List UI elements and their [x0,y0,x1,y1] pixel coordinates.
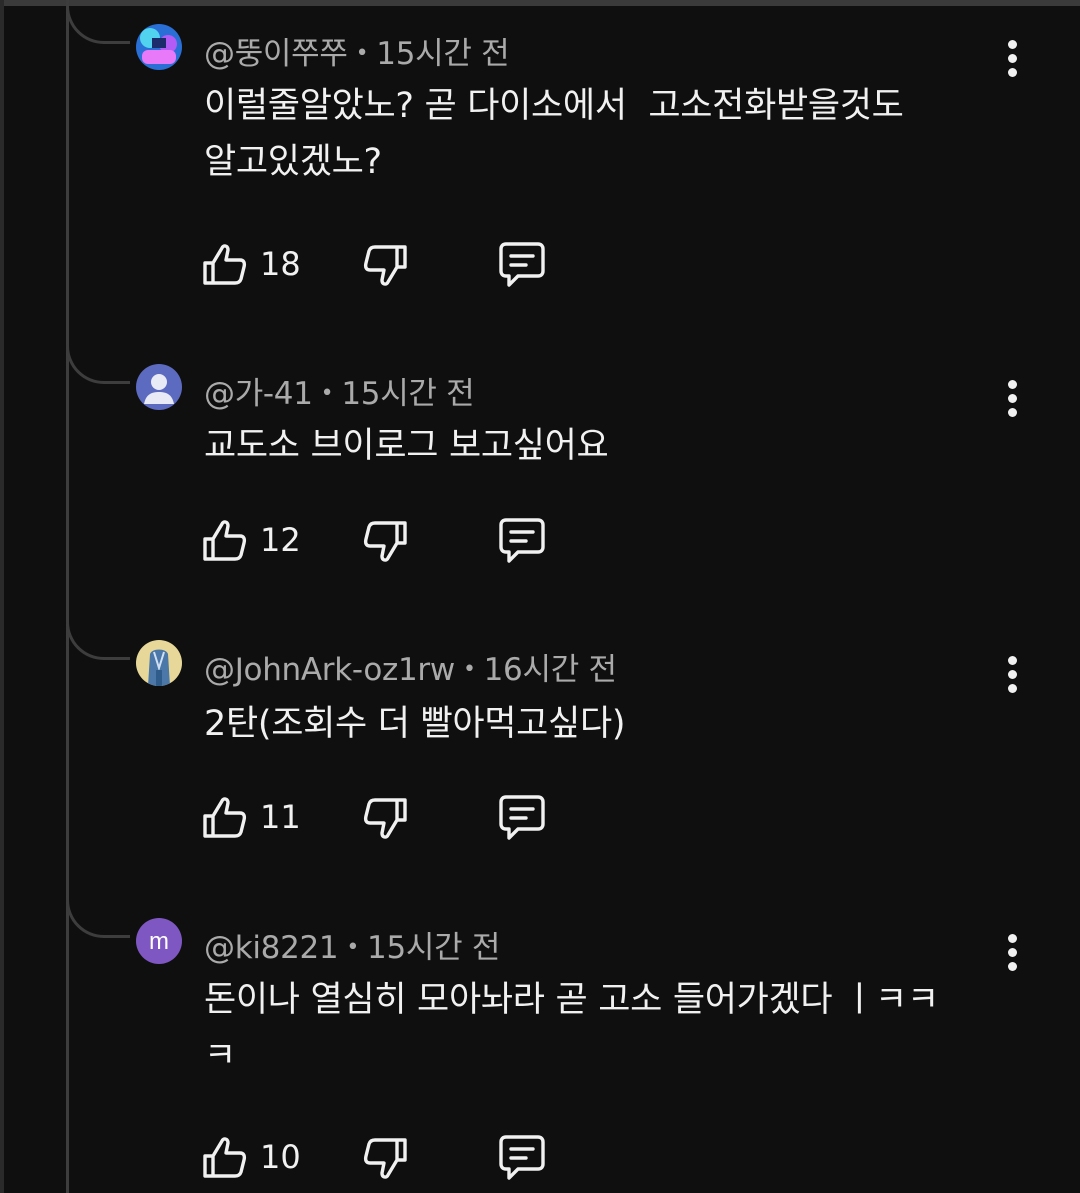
thumbs-down-icon [363,1138,407,1179]
more-vert-icon-dot [1008,948,1017,957]
reply-icon [499,242,545,287]
timestamp: 15시간 전 [367,930,501,966]
thumbs-down-icon [363,245,407,286]
comment-meta: @가-41 • 15시간 전 [204,368,475,413]
thumbs-up-icon [203,1137,247,1178]
top-divider [0,0,1080,6]
thumbs-down-icon [363,798,407,839]
timestamp: 15시간 전 [341,376,475,412]
more-options-button[interactable] [1000,380,1026,420]
reply-button[interactable] [496,793,548,843]
comment-text: 2탄(조회수 더 빨아먹고싶다) [204,704,626,744]
more-vert-icon-dot [1008,54,1017,63]
avatar[interactable] [136,24,182,70]
reply-icon [499,518,545,563]
author-name[interactable]: @JohnArk-oz1rw [204,652,455,688]
comment-meta: @ki8221 • 15시간 전 [204,922,500,967]
dislike-button[interactable] [360,1133,410,1183]
more-vert-icon-dot [1008,394,1017,403]
like-count: 11 [260,798,301,836]
dislike-button[interactable] [360,793,410,843]
meta-separator: • [320,381,334,406]
thumbs-up-icon [203,244,247,285]
thumbs-up-icon [203,797,247,838]
avatar[interactable] [136,640,182,686]
author-name[interactable]: @ki8221 [204,930,339,966]
more-vert-icon [1008,934,1017,943]
thread-branch [66,4,130,44]
more-vert-icon [1008,40,1017,49]
timestamp: 15시간 전 [376,36,510,72]
reply-button[interactable] [496,1133,548,1183]
default-user-avatar-icon [136,364,182,410]
comment-meta: @JohnArk-oz1rw • 16시간 전 [204,644,617,689]
meta-separator: • [355,41,369,66]
comment-text: 이럴줄알았노? 곧 다이소에서 고소전화받을것도 알고있겠노? [204,86,904,182]
reply-button[interactable] [496,516,548,566]
meta-separator: • [346,935,360,960]
comment-meta: @뚱이쭈쭈 • 15시간 전 [204,28,510,73]
like-count: 18 [260,245,301,283]
more-options-button[interactable] [1000,40,1026,80]
dislike-button[interactable] [360,240,410,290]
more-vert-icon-dot [1008,684,1017,693]
more-vert-icon-dot [1008,408,1017,417]
like-button[interactable]: 11 [200,793,310,843]
meta-separator: • [462,657,476,682]
avatar[interactable]: m [136,918,182,964]
more-options-button[interactable] [1000,934,1026,974]
timestamp: 16시간 전 [483,652,617,688]
more-vert-icon-dot [1008,68,1017,77]
thread-branch [66,344,130,384]
more-vert-icon [1008,380,1017,389]
like-count: 10 [260,1138,301,1176]
avatar-letter: m [149,928,169,955]
avatar[interactable] [136,364,182,410]
comment-text: 교도소 브이로그 보고싶어요 [204,426,609,466]
thread-branch [66,620,130,660]
thread-line [66,0,69,1193]
reply-icon [499,1135,545,1180]
more-vert-icon [1008,656,1017,665]
author-name[interactable]: @뚱이쭈쭈 [204,36,348,72]
left-edge [0,0,4,1193]
thread-branch [66,898,130,938]
like-button[interactable]: 18 [200,240,310,290]
more-vert-icon-dot [1008,962,1017,971]
thumbs-down-icon [363,521,407,562]
comment-text: 돈이나 열심히 모아놔라 곧 고소 들어가겠다 ㅣㅋㅋ ㅋ [204,980,939,1076]
thumbs-up-icon [203,520,247,561]
like-button[interactable]: 12 [200,516,310,566]
reply-button[interactable] [496,240,548,290]
author-name[interactable]: @가-41 [204,376,313,412]
reply-icon [499,795,545,840]
dislike-button[interactable] [360,516,410,566]
more-vert-icon-dot [1008,670,1017,679]
more-options-button[interactable] [1000,656,1026,696]
like-button[interactable]: 10 [200,1133,310,1183]
like-count: 12 [260,521,301,559]
